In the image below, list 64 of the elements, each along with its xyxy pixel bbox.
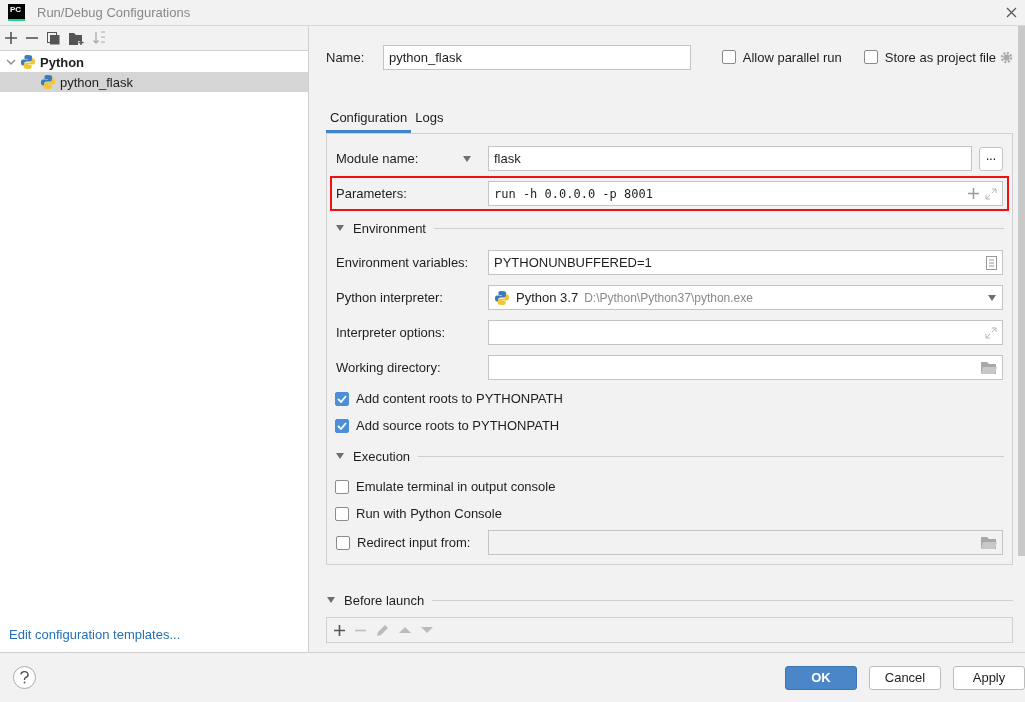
tab[interactable]: Configuration <box>326 106 412 133</box>
checkbox-label: Run with Python Console <box>356 506 502 521</box>
pencil-icon[interactable] <box>376 623 389 637</box>
name-field[interactable]: python_flask <box>383 44 691 70</box>
dropdown-caret-icon <box>462 154 472 163</box>
window-title: Run/Debug Configurations <box>37 5 192 20</box>
tree-item[interactable]: python_flask <box>0 72 308 92</box>
expand-chevron-icon[interactable] <box>6 57 16 67</box>
question-mark-icon <box>20 671 29 684</box>
add-icon[interactable] <box>5 32 17 44</box>
document-icon[interactable] <box>986 255 997 270</box>
folder-icon[interactable] <box>981 361 997 374</box>
input-field[interactable] <box>488 355 1003 380</box>
dialog-button[interactable]: Apply <box>953 665 1025 690</box>
field-label: Working directory: <box>336 360 442 375</box>
checkbox[interactable] <box>863 50 878 64</box>
checkbox[interactable] <box>335 418 349 433</box>
sort-icon[interactable] <box>93 31 106 45</box>
checkbox[interactable] <box>335 479 349 494</box>
gear-icon[interactable] <box>1000 50 1013 64</box>
section-title: Execution <box>353 448 411 464</box>
expand-icon[interactable] <box>985 187 997 200</box>
python-icon <box>494 289 510 306</box>
field-label: Python interpreter: <box>336 290 444 305</box>
folder-add-icon[interactable] <box>69 31 84 45</box>
tab[interactable]: Logs <box>411 106 448 133</box>
field-label: Parameters: <box>336 186 408 201</box>
scrollbar[interactable] <box>1018 26 1025 556</box>
checkbox[interactable] <box>335 391 349 406</box>
input-field[interactable]: run -h 0.0.0.0 -p 8001 <box>488 181 1003 206</box>
dropdown-caret-icon <box>987 293 997 302</box>
dialog-button[interactable]: Cancel <box>869 665 941 690</box>
field-label: Module name: <box>336 151 419 166</box>
checkbox-label: Store as project file <box>884 49 996 65</box>
plus-icon[interactable] <box>968 188 979 199</box>
python-icon <box>20 54 36 70</box>
expand-icon[interactable] <box>985 326 997 339</box>
browse-button[interactable]: ... <box>979 146 1003 171</box>
input-field[interactable]: flask <box>488 146 972 171</box>
copy-icon[interactable] <box>47 31 60 45</box>
move-down-icon[interactable] <box>421 626 433 634</box>
checkbox-label: Add content roots to PYTHONPATH <box>356 391 563 406</box>
checkbox-label: Add source roots to PYTHONPATH <box>356 418 560 433</box>
interpreter-dropdown[interactable]: Python 3.7 D:\Python\Python37\python.exe <box>488 285 1003 310</box>
section-title: Before launch <box>344 592 425 608</box>
input-field[interactable]: PYTHONUNBUFFERED=1 <box>488 250 1003 275</box>
section-title: Environment <box>353 220 426 236</box>
checkbox[interactable] <box>335 506 349 521</box>
field-label: Environment variables: <box>336 255 470 270</box>
add-icon[interactable] <box>334 624 345 636</box>
input-field[interactable] <box>488 320 1003 345</box>
move-up-icon[interactable] <box>399 626 411 634</box>
dialog-button[interactable]: OK <box>785 665 857 690</box>
tree-item[interactable]: Python <box>0 52 308 72</box>
python-icon <box>40 74 56 90</box>
help-button[interactable] <box>13 666 36 689</box>
close-icon[interactable] <box>1006 7 1017 18</box>
app-logo: PC <box>8 4 25 21</box>
name-label: Name: <box>326 49 366 65</box>
checkbox[interactable] <box>721 50 736 64</box>
checkbox-label: Emulate terminal in output console <box>356 479 556 494</box>
checkbox-label: Redirect input from: <box>357 535 471 550</box>
field-label: Interpreter options: <box>336 325 447 340</box>
checkbox-label: Allow parallel run <box>742 49 842 65</box>
